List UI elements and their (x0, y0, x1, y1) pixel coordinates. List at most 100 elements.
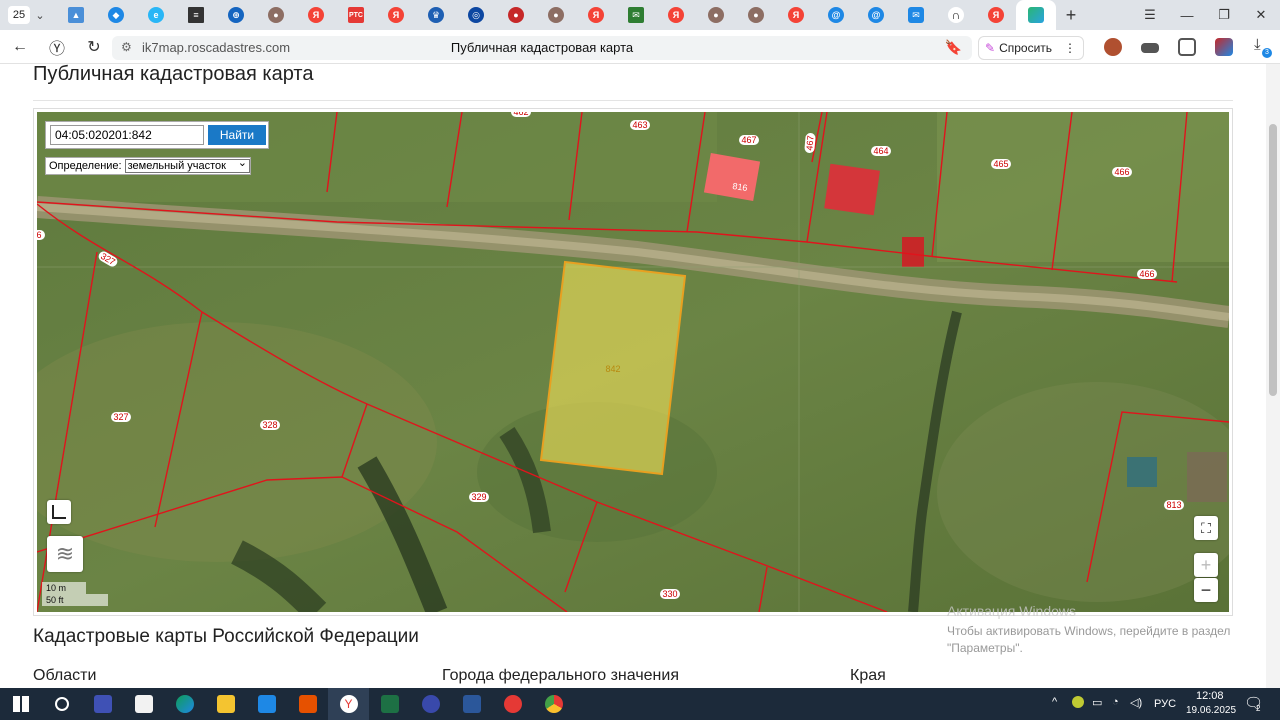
reload-icon[interactable]: ↻ (82, 36, 106, 58)
yandex-browser-icon[interactable]: Y (328, 688, 369, 720)
svg-text:6: 6 (37, 230, 42, 240)
excel-icon[interactable] (369, 688, 410, 720)
tab-favicon[interactable]: ● (736, 0, 776, 30)
tab-favicon[interactable]: ▲ (56, 0, 96, 30)
tab-favicon[interactable]: Я (576, 0, 616, 30)
divider (33, 100, 1233, 101)
tabs-chevron-down-icon[interactable]: ⌄ (30, 9, 50, 22)
windows-activation-text: Чтобы активировать Windows, перейдите в … (947, 624, 1231, 655)
yandex-icon[interactable] (410, 688, 451, 720)
svg-text:327: 327 (113, 412, 128, 422)
fullscreen-button[interactable]: ⛶ (1194, 516, 1218, 540)
new-tab-plus-icon[interactable]: + (1056, 0, 1086, 30)
svg-text:464: 464 (873, 146, 888, 156)
tab-favicon[interactable]: ≡ (176, 0, 216, 30)
tab-favicon[interactable]: Я (656, 0, 696, 30)
tab-count-badge[interactable]: 25 (8, 6, 30, 24)
url-field[interactable]: ⚙ ik7map.roscadastres.com Публичная када… (112, 36, 972, 60)
battery-icon[interactable]: ▭ (1092, 696, 1102, 709)
definition-select[interactable]: земельный участок (124, 157, 250, 173)
tab-favicon[interactable]: ♛ (416, 0, 456, 30)
restore-icon[interactable]: ❐ (1206, 0, 1242, 30)
definition-panel: Определение: земельный участок (45, 157, 251, 175)
tab-favicon[interactable]: ⊕ (216, 0, 256, 30)
measure-button[interactable] (47, 500, 71, 524)
tab-favicon[interactable]: @ (816, 0, 856, 30)
layers-button[interactable]: ≋ (47, 536, 83, 572)
store-icon[interactable] (123, 688, 164, 720)
download-icon[interactable]: ⤓ (1254, 36, 1261, 53)
back-arrow-icon[interactable]: ← (8, 36, 32, 58)
tab-favicon[interactable]: ● (536, 0, 576, 30)
extension-icon[interactable] (1215, 38, 1233, 56)
search-icon[interactable] (41, 688, 82, 720)
tab-favicon[interactable]: Я (296, 0, 336, 30)
tab-favicon[interactable]: Я (976, 0, 1016, 30)
tab-favicon[interactable]: Я (376, 0, 416, 30)
menu-icon[interactable]: ☰ (1132, 0, 1168, 30)
svg-text:462: 462 (513, 112, 528, 117)
file-explorer-icon[interactable] (205, 688, 246, 720)
extension-icon[interactable] (1104, 38, 1122, 56)
tab-favicon[interactable]: ● (696, 0, 736, 30)
network-icon[interactable]: ◔ (1112, 696, 1119, 708)
tab-favicon[interactable]: ◎ (456, 0, 496, 30)
start-windows-icon[interactable] (0, 688, 41, 720)
find-button[interactable]: Найти (208, 125, 266, 145)
collections-icon[interactable] (1178, 38, 1196, 56)
scale-metric: 10 m (42, 582, 86, 594)
yandex-red-icon[interactable] (492, 688, 533, 720)
layers-icon: ≋ (55, 541, 75, 566)
tray-app-icon[interactable] (1072, 696, 1084, 708)
mail-icon[interactable] (246, 688, 287, 720)
tab-favicon[interactable]: @ (856, 0, 896, 30)
scrollbar-thumb[interactable] (1269, 124, 1277, 396)
section-title: Кадастровые карты Российской Федерации (33, 626, 419, 647)
tab-favicon[interactable]: e (136, 0, 176, 30)
volume-icon[interactable]: ◁) (1130, 696, 1142, 709)
scale-bar: 10 m 50 ft (42, 582, 108, 606)
tab-favicon[interactable]: ∩ (936, 0, 976, 30)
close-icon[interactable]: ✕ (1243, 0, 1279, 30)
svg-text:467: 467 (804, 135, 815, 151)
page-scrollbar[interactable] (1266, 64, 1280, 688)
extension-icon[interactable] (1141, 43, 1159, 53)
language-indicator[interactable]: РУС (1154, 698, 1176, 710)
tab-favicon[interactable]: ● (256, 0, 296, 30)
yandex-logo-icon[interactable]: Ⓨ (45, 36, 69, 58)
minimize-icon[interactable]: — (1169, 0, 1205, 30)
column-title-federal-cities[interactable]: Города федерального значения (442, 667, 679, 685)
tab-favicon[interactable]: ● (496, 0, 536, 30)
cadastral-map[interactable]: 462 463 467 467 464 465 466 466 816 327 … (37, 112, 1229, 612)
parcel-boundaries: 462 463 467 467 464 465 466 466 816 327 … (37, 112, 1229, 612)
column-title-krais[interactable]: Края (850, 667, 886, 685)
active-tab[interactable] (1016, 0, 1056, 30)
word-icon[interactable] (451, 688, 492, 720)
column-title-regions[interactable]: Области (33, 667, 96, 685)
tab-favicon[interactable]: ◆ (96, 0, 136, 30)
chrome-icon[interactable] (533, 688, 574, 720)
clock-date[interactable]: 19.06.2025 (1186, 705, 1236, 716)
clock-time[interactable]: 12:08 (1196, 690, 1224, 702)
tray-chevron-up-icon[interactable]: ^ (1052, 696, 1057, 708)
svg-text:330: 330 (662, 589, 677, 599)
tab-favicon[interactable]: ✉ (896, 0, 936, 30)
notification-count: 2 (1256, 704, 1261, 713)
zoom-out-button[interactable]: − (1194, 578, 1218, 602)
save-app-icon[interactable] (82, 688, 123, 720)
svg-text:466: 466 (1139, 269, 1154, 279)
app-icon[interactable] (287, 688, 328, 720)
zoom-in-button[interactable]: + (1194, 553, 1218, 577)
ask-button[interactable]: ✎ Спросить ⋮ (978, 36, 1084, 60)
cadastral-search-input[interactable] (50, 125, 204, 145)
more-icon[interactable]: ⋮ (1064, 41, 1076, 55)
svg-text:465: 465 (993, 159, 1008, 169)
tab-strip: 25 ⌄ ▲ ◆ e ≡ ⊕ ● Я РТС Я ♛ ◎ ● ● Я ✉ Я ●… (0, 0, 1280, 30)
edge-icon[interactable] (164, 688, 205, 720)
bookmark-icon[interactable]: 🔖 (945, 39, 962, 56)
tab-favicon[interactable]: РТС (336, 0, 376, 30)
tab-favicon[interactable]: Я (776, 0, 816, 30)
windows-activation-title: Активация Windows (947, 603, 1077, 619)
tab-favicon[interactable]: ✉ (616, 0, 656, 30)
svg-text:813: 813 (1166, 500, 1181, 510)
